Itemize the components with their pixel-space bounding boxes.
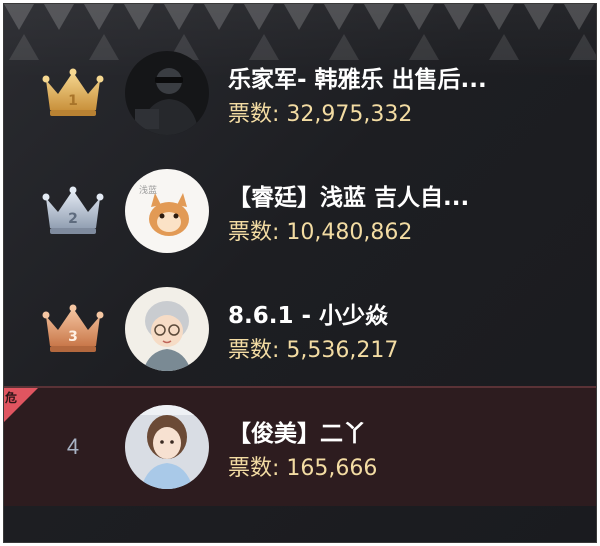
danger-badge-label: 危 — [5, 391, 18, 405]
votes-value: 10,480,862 — [286, 220, 413, 245]
user-name[interactable]: 乐家军- 韩雅乐 出售后... — [228, 60, 568, 94]
votes-value: 5,536,217 — [286, 338, 399, 363]
gold-crown-icon: 1 — [42, 68, 104, 116]
votes-label: 票数: — [228, 456, 280, 481]
silver-crown-icon: 2 — [42, 186, 104, 234]
leaderboard-row[interactable]: 2 浅蓝 【睿廷】浅蓝 吉人自... 票数: 10,480,862 — [4, 152, 596, 270]
user-name[interactable]: 【睿廷】浅蓝 吉人自... — [228, 178, 568, 212]
bronze-crown-icon: 3 — [42, 304, 104, 352]
rank-number: 4 — [66, 434, 80, 459]
rank-number: 1 — [68, 93, 78, 109]
leaderboard-row[interactable]: 1 乐家军- 韩雅乐 出售后... 票数: 32,975,332 — [4, 34, 596, 152]
rank-number: 2 — [68, 211, 78, 227]
leaderboard-row-danger[interactable]: 危 4 【俊美】二丫 票数: 165,666 — [4, 386, 596, 506]
votes-label: 票数: — [228, 338, 280, 363]
user-name[interactable]: 【俊美】二丫 — [228, 414, 568, 448]
votes-label: 票数: — [228, 102, 280, 127]
rank-badge: 4 — [40, 388, 106, 506]
avatar[interactable]: 浅蓝 — [125, 169, 209, 253]
rank-number: 3 — [68, 329, 78, 345]
votes-value: 165,666 — [286, 456, 378, 481]
vote-count: 票数: 5,536,217 — [228, 332, 398, 364]
vote-count: 票数: 32,975,332 — [228, 96, 412, 128]
avatar[interactable] — [125, 287, 209, 371]
vote-count: 票数: 10,480,862 — [228, 214, 412, 246]
svg-text:浅蓝: 浅蓝 — [139, 184, 157, 196]
avatar[interactable] — [125, 405, 209, 489]
leaderboard-row[interactable]: 3 8.6.1 - 小少焱 票数: 5,536,217 — [4, 270, 596, 388]
leaderboard-panel: 1 乐家军- 韩雅乐 出售后... 票数: 32,975,332 2 浅蓝 【睿… — [3, 3, 597, 543]
rank-badge: 1 — [40, 34, 106, 152]
votes-value: 32,975,332 — [286, 102, 413, 127]
rank-badge: 2 — [40, 152, 106, 270]
votes-label: 票数: — [228, 220, 280, 245]
user-name[interactable]: 8.6.1 - 小少焱 — [228, 296, 568, 330]
vote-count: 票数: 165,666 — [228, 450, 377, 482]
rank-badge: 3 — [40, 270, 106, 388]
avatar[interactable] — [125, 51, 209, 135]
